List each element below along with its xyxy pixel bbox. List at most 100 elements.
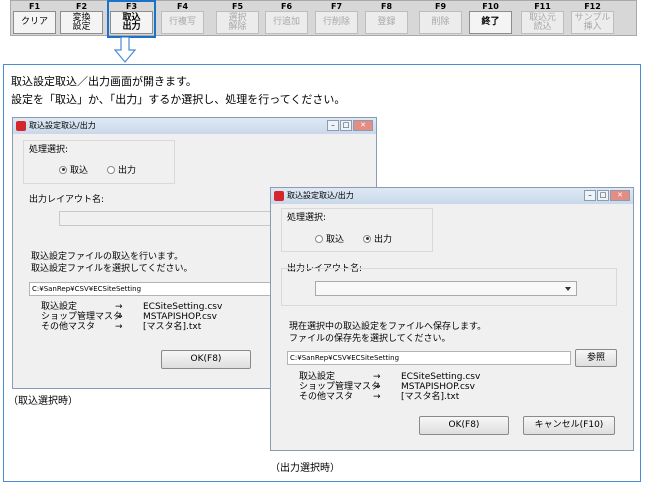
fkey-f4[interactable]: F4 行複写 xyxy=(159,1,206,37)
description-line-2: 設定を「取込」か、「出力」するか選択し、処理を行ってください。 xyxy=(11,93,346,106)
mapping-arrow: → xyxy=(115,302,123,312)
fkey-number: F10 xyxy=(482,2,499,11)
mapping-key: その他マスタ xyxy=(299,392,354,402)
radio-import-circle[interactable] xyxy=(59,165,67,174)
radio-export[interactable]: 出力 xyxy=(363,232,392,245)
mapping-arrow: → xyxy=(373,372,381,382)
fkey-number: F1 xyxy=(28,2,41,11)
radio-export-label: 出力 xyxy=(374,235,393,245)
mapping-key: その他マスタ xyxy=(41,322,96,332)
radio-export-label: 出力 xyxy=(118,166,137,176)
fkey-number: F7 xyxy=(330,2,343,11)
fkey-f3[interactable]: F3 取込 出力 xyxy=(107,0,156,38)
radio-import[interactable]: 取込 xyxy=(315,232,344,245)
mapping-value: [マスタ名].txt xyxy=(401,392,460,402)
ok-button[interactable]: OK(F8) xyxy=(419,416,509,435)
fkey-number: F9 xyxy=(434,2,447,11)
fkey-f7[interactable]: F7 行削除 xyxy=(313,1,360,37)
radio-import-circle[interactable] xyxy=(315,234,323,243)
radio-import-label: 取込 xyxy=(70,166,89,176)
mapping-row: ショップ管理マスタ → MSTAPISHOP.csv xyxy=(299,382,480,392)
minimize-icon[interactable]: – xyxy=(584,190,596,201)
down-arrow-icon xyxy=(114,37,136,63)
fkey-button[interactable]: クリア xyxy=(13,11,56,34)
mapping-row: 取込設定 → ECSiteSetting.csv xyxy=(41,302,222,312)
fkey-f6[interactable]: F6 行追加 xyxy=(263,1,310,37)
dialog-title: 取込設定取込/出力 xyxy=(287,191,354,200)
cancel-button[interactable]: キャンセル(F10) xyxy=(523,416,615,435)
fkey-f12[interactable]: F12 サンプル 挿入 xyxy=(569,1,616,37)
app-icon xyxy=(274,191,284,201)
mapping-row: 取込設定 → ECSiteSetting.csv xyxy=(299,372,480,382)
fkey-button[interactable]: 選択 解除 xyxy=(216,11,259,34)
mapping-list: 取込設定 → ECSiteSetting.csv ショップ管理マスタ → MSTAPISH… xyxy=(299,372,480,402)
export-dialog: 取込設定取込/出力 – □ ✕ 処理選択: 取込 出力 出力レイアウト名: 現在… xyxy=(270,187,634,451)
fkey-button[interactable]: 終了 xyxy=(469,11,512,34)
close-icon[interactable]: ✕ xyxy=(353,120,373,131)
import-caption: （取込選択時） xyxy=(8,396,78,407)
radio-export-circle[interactable] xyxy=(107,165,115,174)
info-line-2: ファイルの保存先を選択してください。 xyxy=(289,334,451,344)
window-buttons: – □ ✕ xyxy=(584,190,630,201)
function-key-bar: F1 クリア F2 変換 設定 F3 取込 出力 F4 行複写 F5 選択 解除 F6 行追加 F7 行削… xyxy=(10,0,637,38)
fkey-button[interactable]: 削除 xyxy=(419,11,462,34)
fkey-button[interactable]: 行複写 xyxy=(161,11,204,34)
mapping-value: MSTAPISHOP.csv xyxy=(143,312,217,322)
layout-select[interactable] xyxy=(315,281,577,296)
fkey-number: F5 xyxy=(231,2,244,11)
radio-export-circle[interactable] xyxy=(363,234,371,243)
path-input[interactable]: C:¥SanRep¥CSV¥ECSiteSetting xyxy=(287,351,571,365)
mapping-list: 取込設定 → ECSiteSetting.csv ショップ管理マスタ → MSTAPISH… xyxy=(41,302,222,332)
fkey-f2[interactable]: F2 変換 設定 xyxy=(58,1,105,37)
process-label: 処理選択: xyxy=(287,213,327,223)
mapping-value: [マスタ名].txt xyxy=(143,322,202,332)
radio-import[interactable]: 取込 xyxy=(59,163,88,176)
mapping-arrow: → xyxy=(115,312,123,322)
fkey-button[interactable]: サンプル 挿入 xyxy=(571,11,614,34)
export-caption: （出力選択時） xyxy=(270,463,340,474)
fkey-f1[interactable]: F1 クリア xyxy=(11,1,58,37)
app-icon xyxy=(16,121,26,131)
mapping-row: ショップ管理マスタ → MSTAPISHOP.csv xyxy=(41,312,222,322)
chevron-down-icon[interactable] xyxy=(565,287,571,291)
mapping-key: 取込設定 xyxy=(41,302,78,312)
fkey-f11[interactable]: F11 取込元 読込 xyxy=(519,1,566,37)
layout-label: 出力レイアウト名: xyxy=(29,195,105,205)
fkey-number: F4 xyxy=(176,2,189,11)
fkey-button[interactable]: 変換 設定 xyxy=(60,11,103,34)
browse-button[interactable]: 参照 xyxy=(575,349,617,367)
mapping-arrow: → xyxy=(115,322,123,332)
fkey-number: F8 xyxy=(380,2,393,11)
mapping-key: ショップ管理マスタ xyxy=(41,312,123,322)
fkey-number: F12 xyxy=(584,2,601,11)
layout-select[interactable] xyxy=(59,211,275,226)
mapping-key: ショップ管理マスタ xyxy=(299,382,381,392)
maximize-icon[interactable]: □ xyxy=(597,190,609,201)
mapping-value: ECSiteSetting.csv xyxy=(401,372,481,382)
mapping-key: 取込設定 xyxy=(299,372,336,382)
fkey-number: F11 xyxy=(534,2,551,11)
mapping-arrow: → xyxy=(373,392,381,402)
dialog-title-bar: 取込設定取込/出力 – □ ✕ xyxy=(271,188,633,204)
minimize-icon[interactable]: – xyxy=(327,120,339,131)
path-input[interactable]: C:¥SanRep¥CSV¥ECSiteSetting xyxy=(29,282,275,296)
fkey-button[interactable]: 取込 出力 xyxy=(110,11,153,34)
radio-export[interactable]: 出力 xyxy=(107,163,136,176)
process-label: 処理選択: xyxy=(29,145,69,155)
ok-button[interactable]: OK(F8) xyxy=(161,350,251,369)
maximize-icon[interactable]: □ xyxy=(340,120,352,131)
close-icon[interactable]: ✕ xyxy=(610,190,630,201)
fkey-button[interactable]: 行削除 xyxy=(315,11,358,34)
info-line-2: 取込設定ファイルを選択してください。 xyxy=(31,264,193,274)
fkey-f5[interactable]: F5 選択 解除 xyxy=(214,1,261,37)
description-line-1: 取込設定取込／出力画面が開きます。 xyxy=(11,75,197,88)
fkey-f9[interactable]: F9 削除 xyxy=(417,1,464,37)
dialog-title-bar: 取込設定取込/出力 – □ ✕ xyxy=(13,118,376,134)
fkey-f10[interactable]: F10 終了 xyxy=(467,1,514,37)
fkey-number: F6 xyxy=(280,2,293,11)
fkey-button[interactable]: 登録 xyxy=(365,11,408,34)
fkey-f8[interactable]: F8 登録 xyxy=(363,1,410,37)
fkey-button[interactable]: 行追加 xyxy=(265,11,308,34)
mapping-row: その他マスタ → [マスタ名].txt xyxy=(41,322,222,332)
fkey-button[interactable]: 取込元 読込 xyxy=(521,11,564,34)
